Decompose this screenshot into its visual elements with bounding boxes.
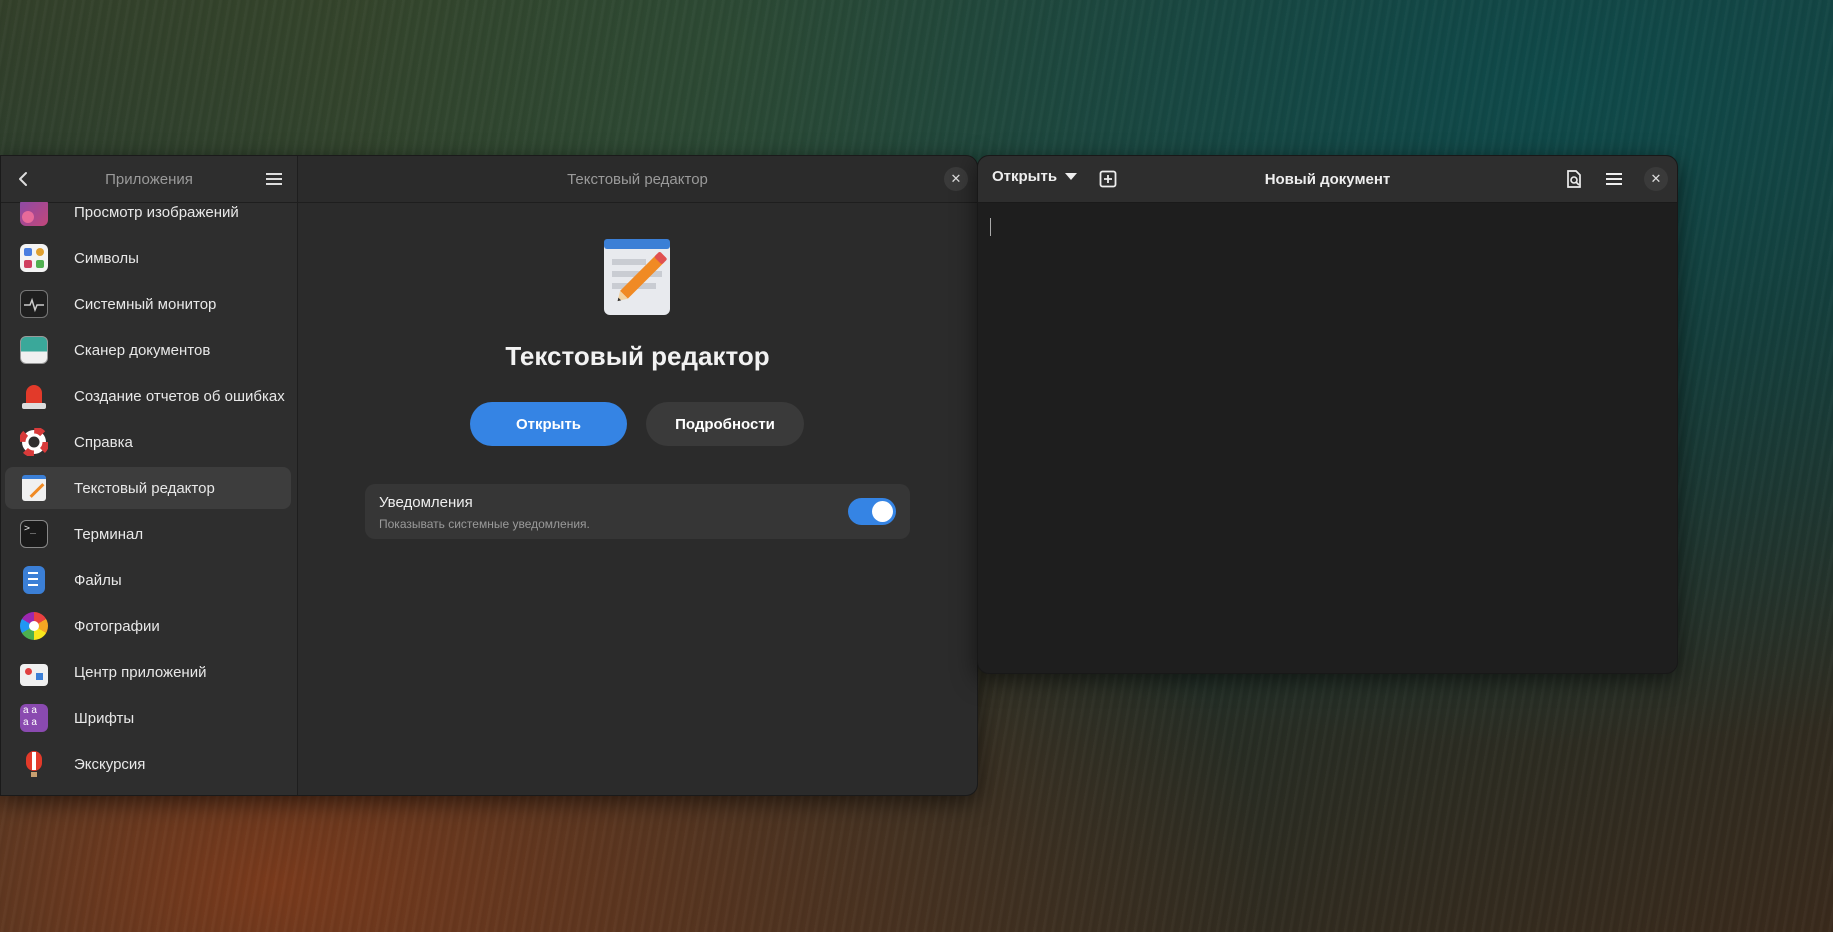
sidebar-list: Просмотр изображений Символы Системный м… (1, 202, 297, 795)
text-cursor (990, 218, 991, 236)
sidebar-item-label: Создание отчетов об ошибках (74, 387, 285, 405)
help-icon (20, 428, 48, 456)
bug-report-icon (20, 382, 48, 410)
hamburger-menu-icon[interactable] (1604, 169, 1624, 189)
sidebar-item-label: Файлы (74, 571, 122, 589)
sidebar-item-photos[interactable]: Фотографии (5, 605, 291, 647)
sidebar-item-label: Сканер документов (74, 341, 211, 359)
close-icon: ✕ (1650, 171, 1662, 186)
files-icon (23, 566, 45, 594)
sidebar-title: Приложения (105, 170, 193, 188)
sidebar: Приложения Просмотр изображений Символы … (1, 156, 298, 795)
sidebar-item-text-editor[interactable]: Текстовый редактор (5, 467, 291, 509)
sidebar-item-fonts[interactable]: a aa a Шрифты (5, 697, 291, 739)
system-monitor-icon (20, 290, 48, 318)
notifications-toggle[interactable] (848, 498, 896, 525)
notifications-subtitle: Показывать системные уведомления. (379, 517, 590, 531)
close-icon: ✕ (950, 171, 962, 186)
sidebar-item-label: Шрифты (74, 709, 135, 727)
sidebar-item-label: Экскурсия (74, 755, 146, 773)
new-tab-icon[interactable] (1098, 169, 1118, 189)
sidebar-header: Приложения (1, 156, 297, 203)
photos-icon (20, 612, 48, 640)
sidebar-item-label: Текстовый редактор (74, 479, 215, 497)
sidebar-item-label: Просмотр изображений (74, 203, 239, 221)
content-header-title: Текстовый редактор (567, 170, 708, 188)
app-title: Текстовый редактор (505, 341, 770, 371)
back-arrow-icon[interactable] (13, 169, 33, 189)
document-scanner-icon (20, 336, 48, 364)
sidebar-item-label: Фотографии (74, 617, 160, 635)
sidebar-item-image-viewer[interactable]: Просмотр изображений (5, 202, 291, 233)
sidebar-item-files[interactable]: Файлы (5, 559, 291, 601)
text-editing-area[interactable] (978, 203, 1677, 673)
toggle-knob (872, 501, 893, 522)
sidebar-item-system-monitor[interactable]: Системный монитор (5, 283, 291, 325)
software-center-icon (20, 664, 48, 686)
sidebar-item-software-center[interactable]: Центр приложений (5, 651, 291, 693)
details-button[interactable]: Подробности (646, 402, 804, 446)
text-editor-icon (22, 475, 46, 501)
content-header: Текстовый редактор ✕ (298, 156, 977, 203)
sidebar-item-terminal[interactable]: >_ Терминал (5, 513, 291, 555)
close-button[interactable]: ✕ (944, 167, 968, 191)
characters-icon (20, 244, 48, 272)
notifications-row: Уведомления Показывать системные уведомл… (365, 484, 910, 539)
sidebar-item-label: Системный монитор (74, 295, 217, 313)
sidebar-item-label: Символы (74, 249, 139, 267)
open-menu-button[interactable]: Открыть (992, 168, 1078, 185)
editor-close-button[interactable]: ✕ (1644, 167, 1668, 191)
hamburger-menu-icon[interactable] (265, 170, 283, 188)
document-search-icon[interactable] (1564, 169, 1584, 189)
notifications-title: Уведомления (379, 494, 473, 511)
text-editor-window: Открыть Новый документ ✕ (977, 155, 1678, 674)
sidebar-item-characters[interactable]: Символы (5, 237, 291, 279)
sidebar-item-label: Центр приложений (74, 663, 207, 681)
document-title: Новый документ (1264, 170, 1391, 188)
chevron-down-icon (1065, 173, 1078, 180)
sidebar-item-label: Терминал (74, 525, 144, 543)
text-editor-app-icon (604, 239, 670, 315)
settings-window: Приложения Просмотр изображений Символы … (0, 155, 978, 796)
sidebar-item-help[interactable]: Справка (5, 421, 291, 463)
tour-icon (20, 750, 48, 778)
open-app-button[interactable]: Открыть (470, 402, 627, 446)
sidebar-item-bug-report[interactable]: Создание отчетов об ошибках (5, 375, 291, 417)
sidebar-item-tour[interactable]: Экскурсия (5, 743, 291, 785)
terminal-icon: >_ (20, 520, 48, 548)
sidebar-item-document-scanner[interactable]: Сканер документов (5, 329, 291, 371)
fonts-icon: a aa a (20, 704, 48, 732)
editor-header: Открыть Новый документ ✕ (978, 156, 1677, 203)
image-viewer-icon (20, 202, 48, 226)
open-menu-label: Открыть (992, 168, 1058, 185)
sidebar-item-label: Справка (74, 433, 133, 451)
